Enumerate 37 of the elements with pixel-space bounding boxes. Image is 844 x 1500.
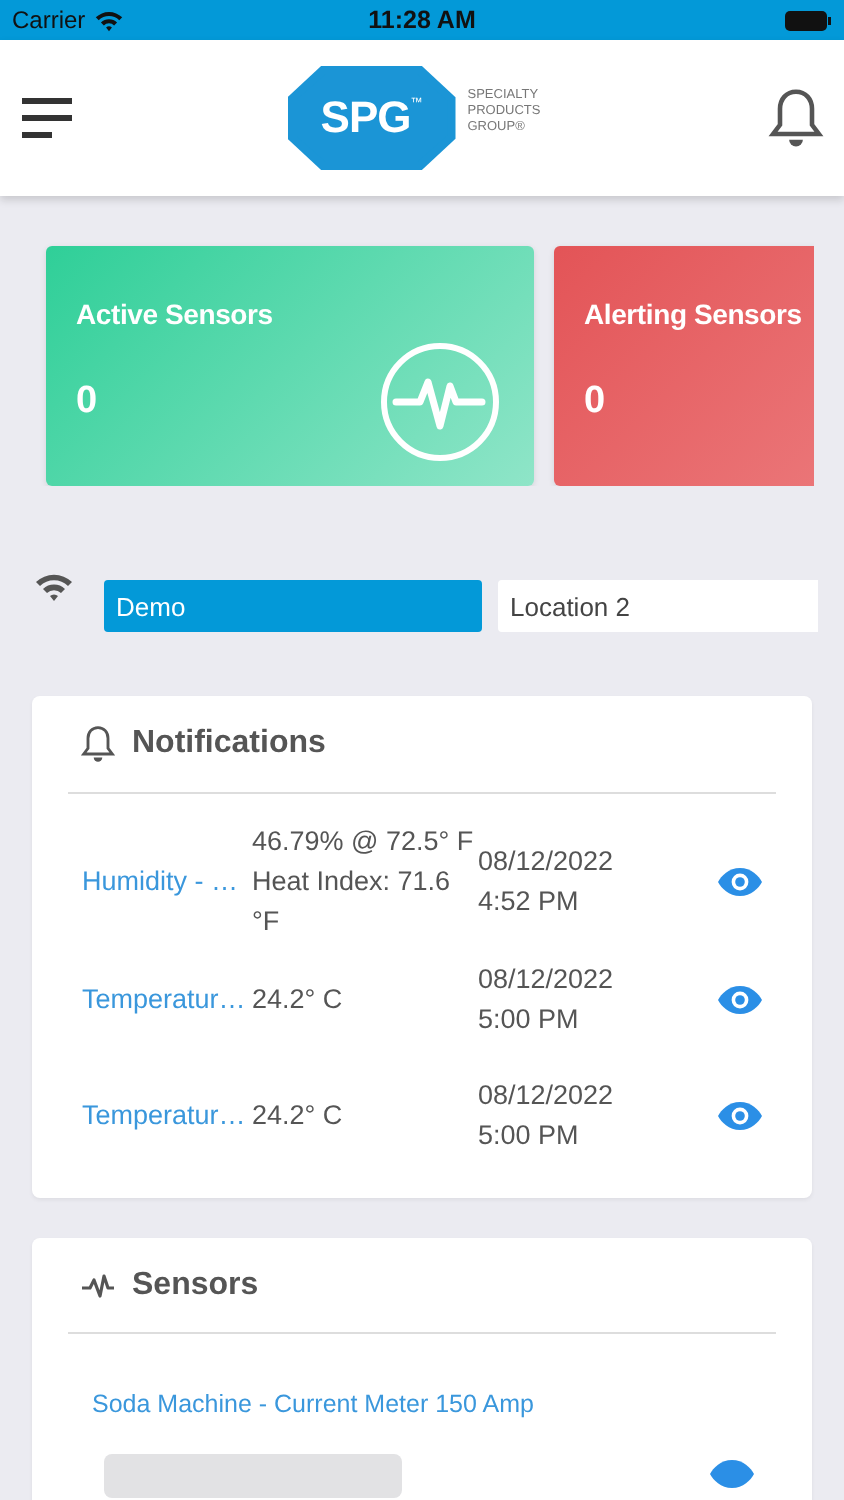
location-tab[interactable]: Location 2: [498, 580, 818, 632]
sensor-link[interactable]: Humidity - …: [82, 862, 252, 902]
section-title: Notifications: [132, 726, 326, 762]
menu-icon[interactable]: [20, 94, 76, 142]
battery-icon: [784, 9, 833, 31]
wifi-icon: [34, 572, 74, 602]
time-text: 5:00 PM: [478, 1002, 581, 1038]
reading-text: 24.2° C: [252, 982, 345, 1018]
reading-text: 46.79% @ 72.5° F Heat Index: 71.6 °F: [252, 824, 476, 940]
summary-card[interactable]: Active Sensors 0: [46, 246, 534, 486]
pulse-icon: [378, 340, 502, 464]
wifi-icon: [93, 9, 124, 31]
summary-card[interactable]: Alerting Sensors 0: [554, 246, 814, 486]
location-tab[interactable]: Demo: [104, 580, 482, 632]
view-icon[interactable]: [716, 984, 764, 1016]
card-count: 0: [584, 380, 606, 424]
sensor-link[interactable]: Temperatur…: [82, 1096, 252, 1136]
sensor-link[interactable]: Temperatur…: [82, 980, 252, 1020]
card-count: 0: [76, 380, 98, 424]
view-icon[interactable]: [708, 1458, 756, 1490]
view-icon[interactable]: [716, 1100, 764, 1132]
bell-icon: [80, 724, 116, 764]
reading-text: 24.2° C: [252, 1098, 345, 1134]
date-text: 08/12/2022: [478, 1078, 616, 1114]
logo-text: SPG: [320, 92, 411, 144]
carrier-label: Carrier: [12, 6, 86, 34]
time-text: 4:52 PM: [478, 884, 581, 920]
card-title: Alerting Sensors: [584, 298, 804, 330]
section-title: Sensors: [132, 1267, 259, 1303]
status-time: 11:28 AM: [368, 6, 476, 34]
date-text: 08/12/2022: [478, 844, 616, 880]
view-icon[interactable]: [716, 866, 764, 898]
notifications-bell-icon[interactable]: [768, 86, 824, 150]
time-text: 5:00 PM: [478, 1118, 581, 1154]
date-text: 08/12/2022: [478, 962, 616, 998]
card-title: Active Sensors: [76, 298, 275, 330]
sensor-link[interactable]: Soda Machine - Current Meter 150 Amp: [68, 1334, 776, 1418]
